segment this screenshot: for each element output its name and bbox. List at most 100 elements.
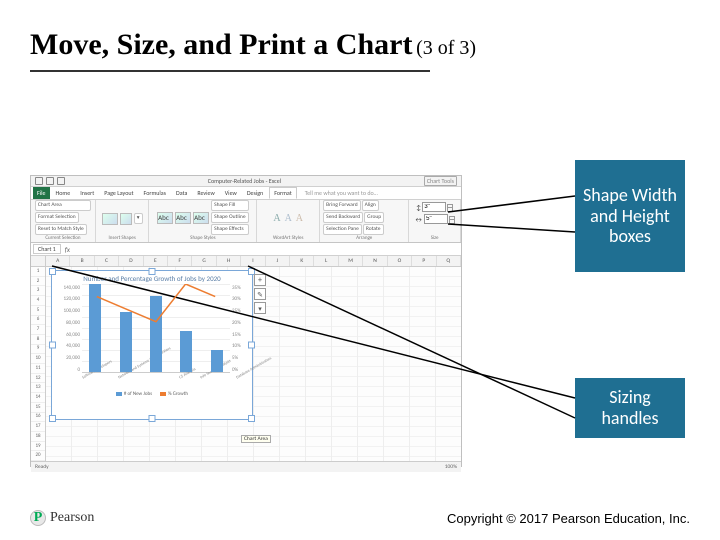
sizing-handle[interactable] (149, 268, 156, 275)
column-header[interactable]: F (168, 256, 192, 266)
chart-elements-button[interactable]: + (254, 274, 266, 286)
slide-title: Move, Size, and Print a Chart (30, 28, 412, 61)
cell-grid[interactable]: + ✎ ▾ Number and Percentage Growth of Jo… (46, 267, 461, 461)
shape-gallery-icon[interactable] (120, 213, 132, 225)
status-mode: Ready (35, 464, 49, 470)
row-header[interactable]: 8 (31, 335, 45, 345)
fx-icon[interactable]: fx (65, 245, 70, 254)
style-swatch-icon[interactable]: Abc (157, 212, 173, 224)
row-header[interactable]: 7 (31, 325, 45, 335)
slide-title-wrap: Move, Size, and Print a Chart (3 of 3) (30, 28, 690, 62)
tab-file[interactable]: File (33, 187, 50, 199)
chart-legend: # of New Jobs % Growth (58, 391, 246, 397)
legend-entry: % Growth (160, 391, 188, 397)
column-header[interactable]: A (46, 256, 70, 266)
column-header[interactable]: E (144, 256, 168, 266)
row-header[interactable]: 17 (31, 422, 45, 432)
column-header[interactable]: M (339, 256, 363, 266)
sizing-handle[interactable] (248, 342, 255, 349)
row-header[interactable]: 14 (31, 393, 45, 403)
column-header[interactable]: B (70, 256, 94, 266)
select-all-corner[interactable] (31, 256, 46, 266)
change-shape-button[interactable]: ▾ (134, 213, 143, 224)
column-header[interactable]: I (241, 256, 265, 266)
sizing-handle[interactable] (49, 342, 56, 349)
chart-element-select[interactable]: Chart Area (35, 200, 91, 211)
group-button[interactable]: Group (364, 212, 384, 223)
pearson-logo-icon: P (30, 510, 46, 526)
row-header[interactable]: 18 (31, 432, 45, 442)
selection-pane-button[interactable]: Selection Pane (323, 224, 362, 235)
column-header[interactable]: N (363, 256, 387, 266)
wordart-swatch-icon[interactable]: A (296, 213, 303, 224)
shape-fill-button[interactable]: Shape Fill (211, 200, 248, 211)
column-header[interactable]: L (314, 256, 338, 266)
shape-height-input[interactable] (422, 202, 446, 212)
format-selection-button[interactable]: Format Selection (35, 212, 79, 223)
row-header[interactable]: 4 (31, 296, 45, 306)
style-swatch-icon[interactable]: Abc (193, 212, 209, 224)
sizing-handle[interactable] (49, 268, 56, 275)
row-header[interactable]: 15 (31, 403, 45, 413)
row-header[interactable]: 3 (31, 286, 45, 296)
tell-me[interactable]: Tell me what you want to do… (299, 187, 459, 199)
column-header[interactable]: C (95, 256, 119, 266)
column-header[interactable]: K (290, 256, 314, 266)
sizing-handle[interactable] (149, 415, 156, 422)
tab-review[interactable]: Review (193, 187, 218, 199)
embedded-chart[interactable]: + ✎ ▾ Number and Percentage Growth of Jo… (51, 270, 253, 420)
bring-forward-button[interactable]: Bring Forward (323, 200, 360, 211)
row-header[interactable]: 5 (31, 306, 45, 316)
column-header[interactable]: H (217, 256, 241, 266)
pearson-logo: P Pearson (30, 510, 94, 526)
row-header[interactable]: 20 (31, 451, 45, 461)
chart-styles-button[interactable]: ✎ (254, 288, 266, 300)
chart-filters-button[interactable]: ▾ (254, 302, 266, 314)
width-spinner[interactable] (449, 216, 455, 223)
sizing-handle[interactable] (49, 415, 56, 422)
group-arrange: Bring Forward Align Send Backward Group … (320, 200, 409, 242)
group-insert-shapes: ▾ Insert Shapes (96, 200, 150, 242)
row-header[interactable]: 6 (31, 316, 45, 326)
shape-effects-button[interactable]: Shape Effects (211, 224, 248, 235)
align-button[interactable]: Align (362, 200, 379, 211)
row-header[interactable]: 2 (31, 277, 45, 287)
row-header[interactable]: 19 (31, 442, 45, 452)
column-header[interactable]: J (266, 256, 290, 266)
tab-insert[interactable]: Insert (76, 187, 98, 199)
tab-format[interactable]: Format (269, 187, 297, 199)
rotate-button[interactable]: Rotate (363, 224, 384, 235)
row-header[interactable]: 9 (31, 345, 45, 355)
wordart-swatch-icon[interactable]: A (285, 213, 292, 224)
height-spinner[interactable] (447, 204, 453, 211)
column-header[interactable]: O (388, 256, 412, 266)
shape-width-input[interactable] (424, 214, 448, 224)
sizing-handle[interactable] (248, 415, 255, 422)
column-header[interactable]: G (192, 256, 216, 266)
row-header[interactable]: 11 (31, 364, 45, 374)
row-header[interactable]: 16 (31, 413, 45, 423)
wordart-swatch-icon[interactable]: A (273, 213, 280, 224)
tab-design[interactable]: Design (243, 187, 267, 199)
column-header[interactable]: P (412, 256, 436, 266)
row-header[interactable]: 12 (31, 374, 45, 384)
shape-gallery-icon[interactable] (102, 213, 118, 225)
ribbon-body: Chart Area Format Selection Reset to Mat… (31, 200, 461, 243)
tab-view[interactable]: View (221, 187, 241, 199)
row-header[interactable]: 1 (31, 267, 45, 277)
name-box[interactable]: Chart 1 (33, 244, 61, 254)
row-header[interactable]: 10 (31, 354, 45, 364)
tab-formulas[interactable]: Formulas (140, 187, 170, 199)
style-swatch-icon[interactable]: Abc (175, 212, 191, 224)
send-backward-button[interactable]: Send Backward (323, 212, 363, 223)
zoom-level[interactable]: 100% (445, 464, 457, 470)
reset-match-style-button[interactable]: Reset to Match Style (35, 224, 87, 235)
row-header[interactable]: 13 (31, 383, 45, 393)
group-label: Insert Shapes (109, 236, 136, 241)
column-header[interactable]: Q (437, 256, 461, 266)
tab-page-layout[interactable]: Page Layout (100, 187, 137, 199)
tab-data[interactable]: Data (172, 187, 191, 199)
tab-home[interactable]: Home (52, 187, 75, 199)
shape-outline-button[interactable]: Shape Outline (211, 212, 248, 223)
column-header[interactable]: D (119, 256, 143, 266)
